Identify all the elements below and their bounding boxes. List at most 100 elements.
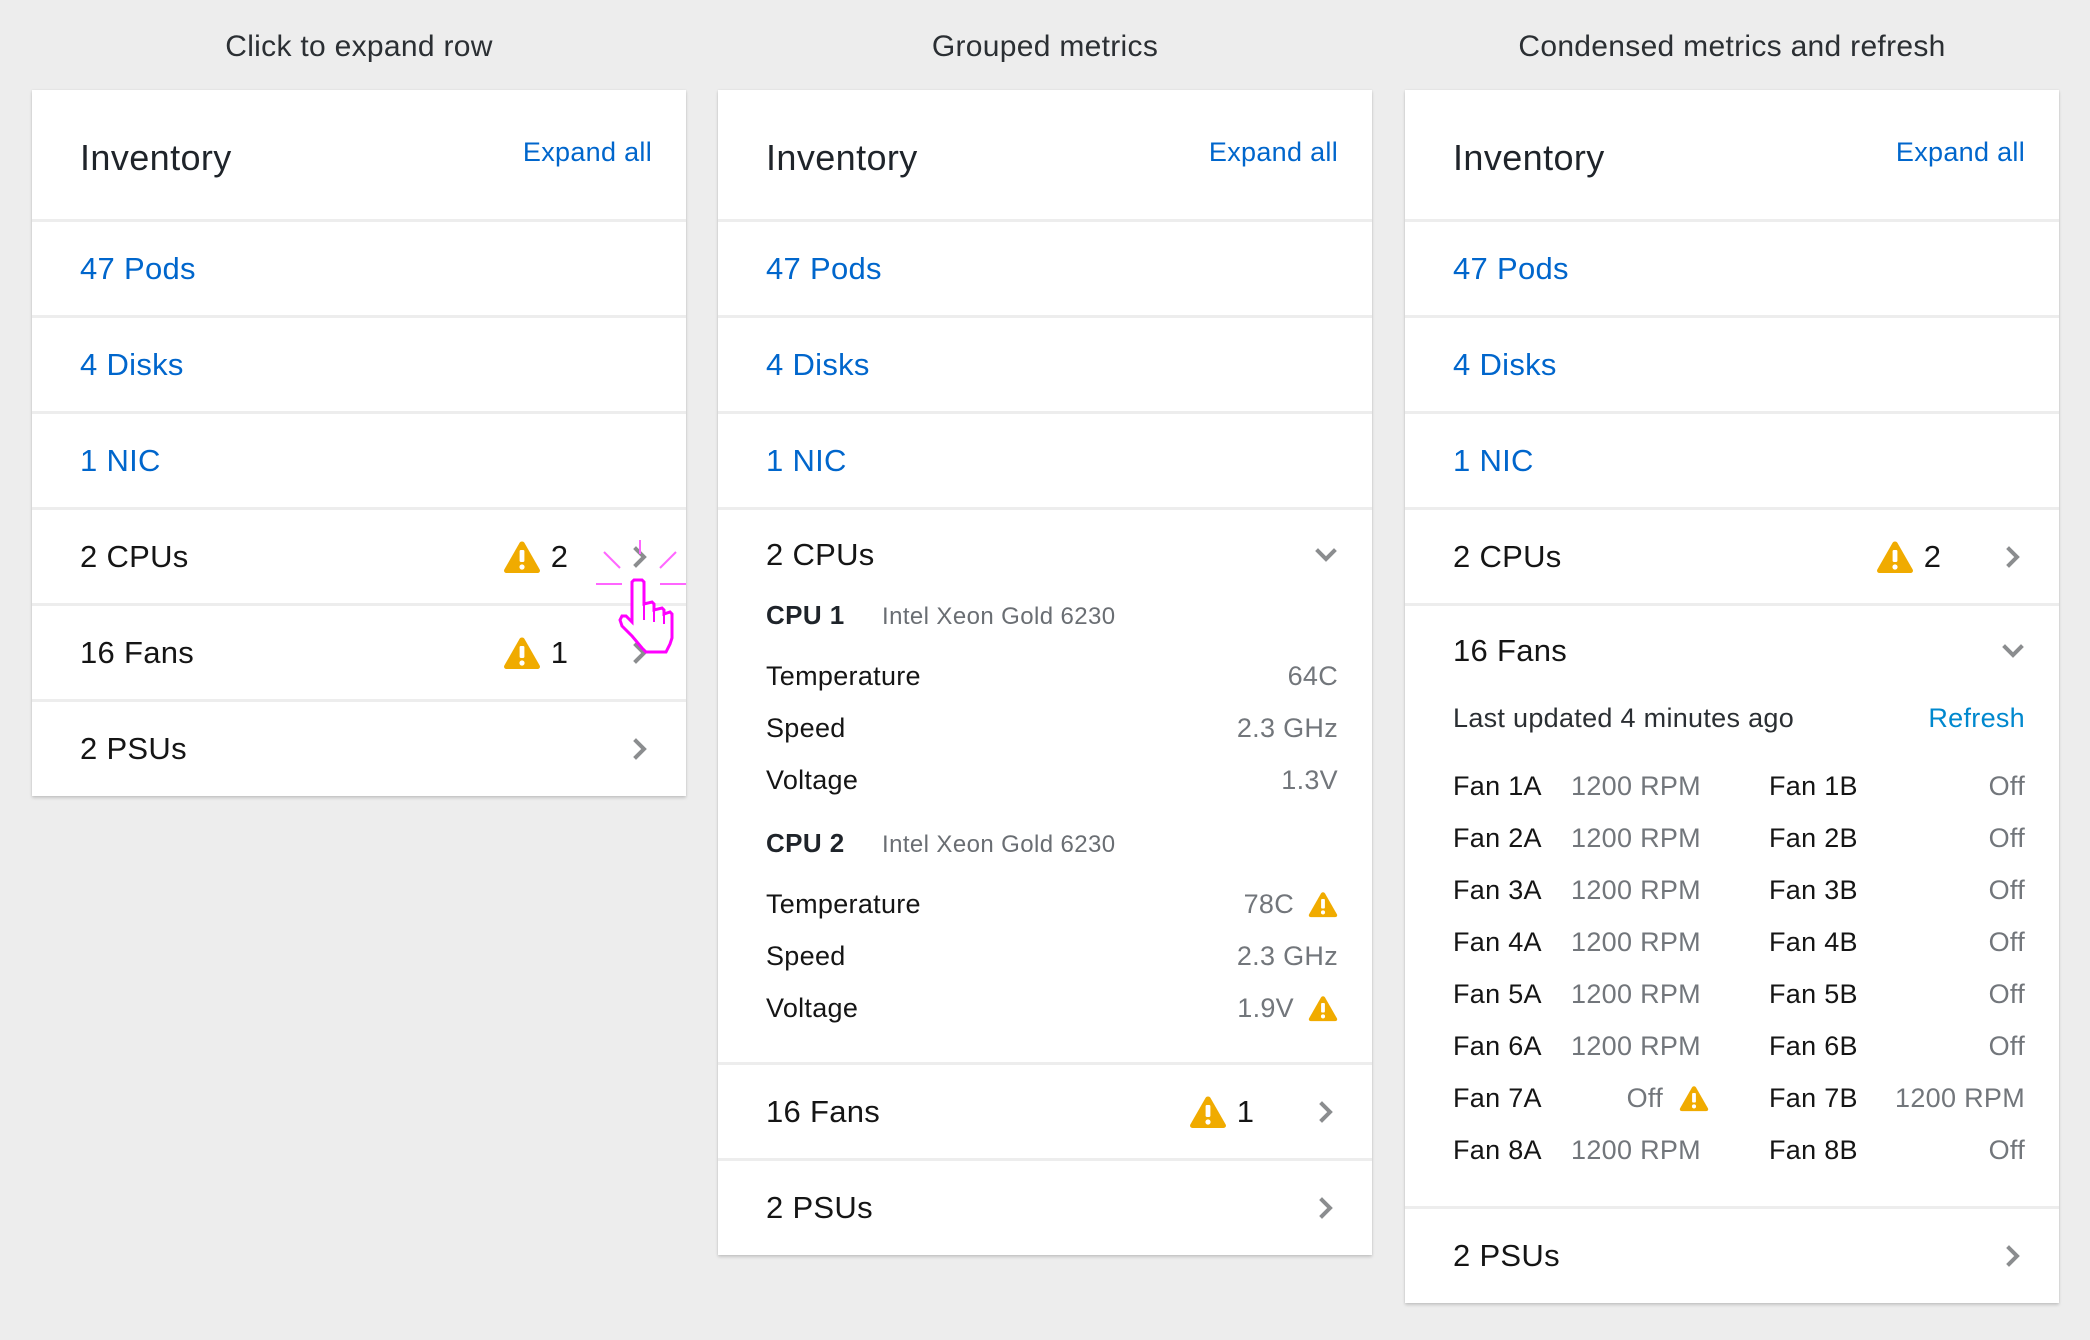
metric-value: 1.3V [1281,764,1338,795]
pods-link[interactable]: 47 Pods [766,251,1338,287]
fan-item: Fan 4B Off [1769,916,2025,968]
metric-label: Speed [766,940,846,971]
fan-item: Fan 3B Off [1769,864,2025,916]
nic-link[interactable]: 1 NIC [1453,443,2025,479]
metric-value: 2.3 GHz [1236,712,1338,743]
metric-row: Speed 2.3 GHz [766,702,1338,754]
fan-value: Off [1988,1134,2025,1165]
chevron-right-icon[interactable] [2001,545,2025,569]
cpus-alert-count: 2 [550,538,568,574]
disks-link[interactable]: 4 Disks [766,347,1338,383]
pods-link[interactable]: 47 Pods [80,251,652,287]
psus-label: 2 PSUs [1453,1238,1560,1273]
fan-name: Fan 4B [1769,926,1858,957]
fan-value: Off [1988,822,2025,853]
disks-link[interactable]: 4 Disks [80,347,652,383]
fans-alert: 1 [1189,1094,1254,1130]
column-heading-click-to-expand: Click to expand row [225,30,493,63]
psus-label: 2 PSUs [766,1190,873,1225]
fan-name: Fan 6A [1453,1030,1542,1061]
fan-item: Fan 7B 1200 RPM [1769,1072,2025,1124]
last-updated-text: Last updated 4 minutes ago [1453,702,1795,733]
fan-value: 1200 RPM [1571,978,1701,1009]
cpus-alert: 2 [503,539,568,575]
column-heading-grouped-metrics: Grouped metrics [931,30,1159,63]
inventory-row-psus[interactable]: 2 PSUs [1405,1209,2059,1303]
inventory-row-cpus[interactable]: 2 CPUs [718,510,1372,600]
fan-value: 1200 RPM [1571,926,1701,957]
expand-all-link[interactable]: Expand all [1896,137,2025,168]
metric-value: 64C [1287,660,1338,691]
chevron-down-icon[interactable] [1314,543,1338,567]
metric-value: 1.9V [1237,992,1294,1023]
inventory-card: Inventory Expand all 47 Pods 4 Disks 1 N… [718,90,1372,1255]
fan-name: Fan 5B [1769,978,1858,1009]
metric-label: Voltage [766,992,859,1023]
inventory-row-cpus[interactable]: 2 CPUs 2 [32,510,686,606]
cpu-group: CPU 2 Intel Xeon Gold 6230 Temperature 7… [766,828,1338,1034]
card-header: Inventory Expand all [1405,90,2059,222]
card-title: Inventory [1453,136,1605,178]
fan-item: Fan 2B Off [1769,812,2025,864]
warning-icon [1679,1085,1709,1112]
inventory-row-fans[interactable]: 16 Fans 1 [32,606,686,702]
chevron-down-icon[interactable] [2001,639,2025,663]
refresh-link[interactable]: Refresh [1928,703,2025,734]
fan-item: Fan 5B Off [1769,968,2025,1020]
card-header: Inventory Expand all [718,90,1372,222]
fan-name: Fan 7A [1453,1082,1542,1113]
card-header: Inventory Expand all [32,90,686,222]
cpu-name: CPU 1 [766,600,845,630]
chevron-right-icon[interactable] [1314,1196,1338,1220]
warning-icon [503,636,541,670]
nic-link[interactable]: 1 NIC [80,443,652,479]
chevron-right-icon[interactable] [628,545,652,569]
fan-name: Fan 8A [1453,1134,1542,1165]
warning-icon [1308,891,1338,918]
fan-name: Fan 8B [1769,1134,1858,1165]
disks-link[interactable]: 4 Disks [1453,347,2025,383]
inventory-card: Inventory Expand all 47 Pods 4 Disks 1 N… [32,90,686,796]
fans-label: 16 Fans [1453,633,1568,668]
fans-details: Last updated 4 minutes ago Refresh Fan 1… [1405,696,2059,1206]
expand-all-link[interactable]: Expand all [523,137,652,168]
fan-item: Fan 1B Off [1769,760,2025,812]
chevron-right-icon[interactable] [2001,1244,2025,1268]
fan-value: Off [1988,874,2025,905]
nic-link[interactable]: 1 NIC [766,443,1338,479]
expand-all-link[interactable]: Expand all [1209,137,1338,168]
inventory-row-fans[interactable]: 16 Fans [1405,606,2059,696]
fan-name: Fan 1B [1769,770,1858,801]
fan-name: Fan 4A [1453,926,1542,957]
chevron-right-icon[interactable] [628,737,652,761]
chevron-right-icon[interactable] [628,641,652,665]
pods-link[interactable]: 47 Pods [1453,251,2025,287]
fan-name: Fan 7B [1769,1082,1858,1113]
fans-alert-count: 1 [1236,1093,1254,1129]
warning-icon [1189,1095,1227,1129]
metric-label: Temperature [766,888,921,919]
fans-update-bar: Last updated 4 minutes ago Refresh [1453,696,2025,740]
inventory-row-pods: 47 Pods [718,222,1372,318]
inventory-row-cpus[interactable]: 2 CPUs 2 [1405,510,2059,606]
cpus-alert-count: 2 [1923,538,1941,574]
fan-value: 1200 RPM [1895,1082,2025,1113]
inventory-row-pods: 47 Pods [1405,222,2059,318]
fans-label: 16 Fans [766,1093,881,1129]
inventory-row-psus[interactable]: 2 PSUs [718,1161,1372,1255]
card-title: Inventory [766,136,918,178]
inventory-row-fans[interactable]: 16 Fans 1 [718,1065,1372,1161]
fan-item: Fan 1A 1200 RPM [1453,760,1709,812]
inventory-card: Inventory Expand all 47 Pods 4 Disks 1 N… [1405,90,2059,1303]
fan-name: Fan 6B [1769,1030,1858,1061]
fans-label: 16 Fans [80,634,195,670]
cpus-label: 2 CPUs [1453,538,1562,574]
card-title: Inventory [80,136,232,178]
metric-row: Speed 2.3 GHz [766,930,1338,982]
fan-name: Fan 2B [1769,822,1858,853]
chevron-right-icon[interactable] [1314,1100,1338,1124]
fan-item: Fan 4A 1200 RPM [1453,916,1709,968]
fans-grid: Fan 1A 1200 RPM Fan 1B Off Fan 2A 1200 RPM Fan… [1453,760,2025,1176]
warning-icon [1876,540,1914,574]
inventory-row-psus[interactable]: 2 PSUs [32,702,686,796]
